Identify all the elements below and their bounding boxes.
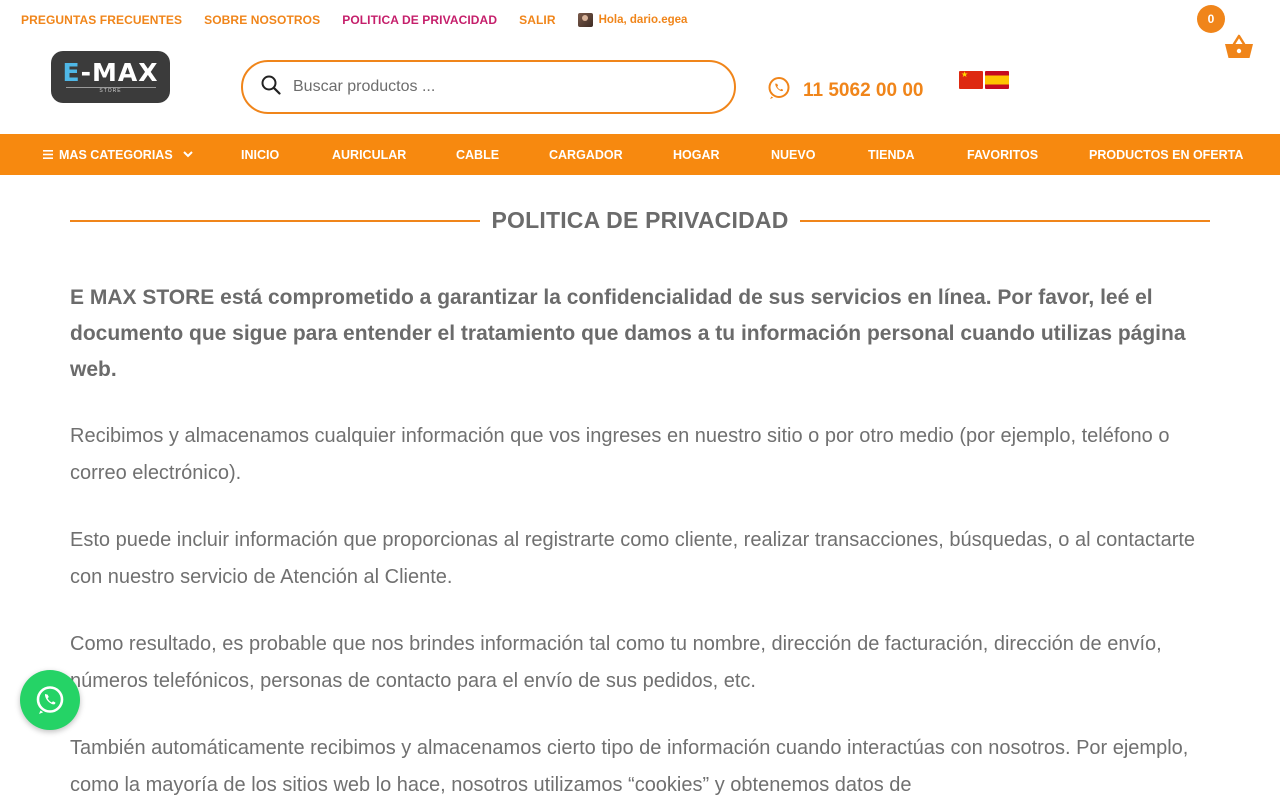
- phone-number: 11 5062 00 00: [803, 80, 924, 101]
- privacy-link[interactable]: POLITICA DE PRIVACIDAD: [342, 13, 497, 27]
- nav-item-tienda[interactable]: TIENDA: [868, 148, 967, 162]
- nav-item-inicio[interactable]: INICIO: [241, 148, 332, 162]
- whatsapp-icon: [767, 76, 791, 106]
- user-greeting[interactable]: Hola, dario.egea: [577, 13, 688, 27]
- content-paragraph: Esto puede incluir información que propo…: [70, 529, 1196, 588]
- nav-item-auricular[interactable]: AURICULAR: [332, 148, 456, 162]
- page-title: POLITICA DE PRIVACIDAD: [491, 207, 789, 233]
- logo-text: E-MAX: [62, 58, 159, 87]
- search-icon[interactable]: [261, 75, 281, 100]
- nav-item-cable[interactable]: CABLE: [456, 148, 549, 162]
- search-input[interactable]: [293, 78, 693, 96]
- nav-item-favoritos[interactable]: FAVORITOS: [967, 148, 1089, 162]
- menu-icon: [43, 150, 53, 159]
- content-paragraph: Recibimos y almacenamos cualquier inform…: [70, 425, 1170, 484]
- cart-icon[interactable]: [1223, 33, 1255, 66]
- logout-link[interactable]: SALIR: [519, 13, 556, 27]
- nav-item-ofertas[interactable]: PRODUCTOS EN OFERTA: [1089, 148, 1243, 162]
- site-logo[interactable]: E-MAX STORE: [51, 51, 170, 103]
- content-paragraph: También automáticamente recibimos y alma…: [70, 737, 1189, 796]
- whatsapp-icon: [36, 686, 64, 714]
- search-box: [241, 60, 736, 114]
- heading-rule-right: [799, 219, 1210, 222]
- main-nav: MAS CATEGORIAS INICIO AURICULAR CABLE CA…: [0, 134, 1280, 175]
- nav-item-hogar[interactable]: HOGAR: [673, 148, 771, 162]
- flag-es-icon[interactable]: [985, 71, 1009, 89]
- greeting-text: Hola, dario.egea: [598, 14, 688, 26]
- nav-item-cargador[interactable]: CARGADOR: [549, 148, 673, 162]
- phone-contact[interactable]: 11 5062 00 00: [767, 76, 923, 106]
- faq-link[interactable]: PREGUNTAS FRECUENTES: [21, 13, 182, 27]
- whatsapp-chat-button[interactable]: [20, 670, 80, 730]
- heading-rule-left: [70, 219, 481, 222]
- page-heading: POLITICA DE PRIVACIDAD: [70, 207, 1210, 234]
- chevron-down-icon: [182, 151, 193, 158]
- about-link[interactable]: SOBRE NOSOTROS: [204, 13, 320, 27]
- nav-item-nuevo[interactable]: NUEVO: [771, 148, 868, 162]
- intro-paragraph: E MAX STORE está comprometido a garantiz…: [70, 286, 1186, 381]
- page-content: E MAX STORE está comprometido a garantiz…: [70, 280, 1220, 800]
- top-links: PREGUNTAS FRECUENTES SOBRE NOSOTROS POLI…: [21, 13, 687, 27]
- logo-subtitle: STORE: [65, 87, 156, 94]
- content-paragraph: Como resultado, es probable que nos brin…: [70, 633, 1162, 692]
- cart-count-badge[interactable]: 0: [1197, 5, 1225, 33]
- flag-cn-icon[interactable]: [959, 70, 983, 89]
- avatar: [577, 13, 593, 27]
- language-flags: [959, 70, 1009, 89]
- nav-more-categories[interactable]: MAS CATEGORIAS: [43, 148, 241, 162]
